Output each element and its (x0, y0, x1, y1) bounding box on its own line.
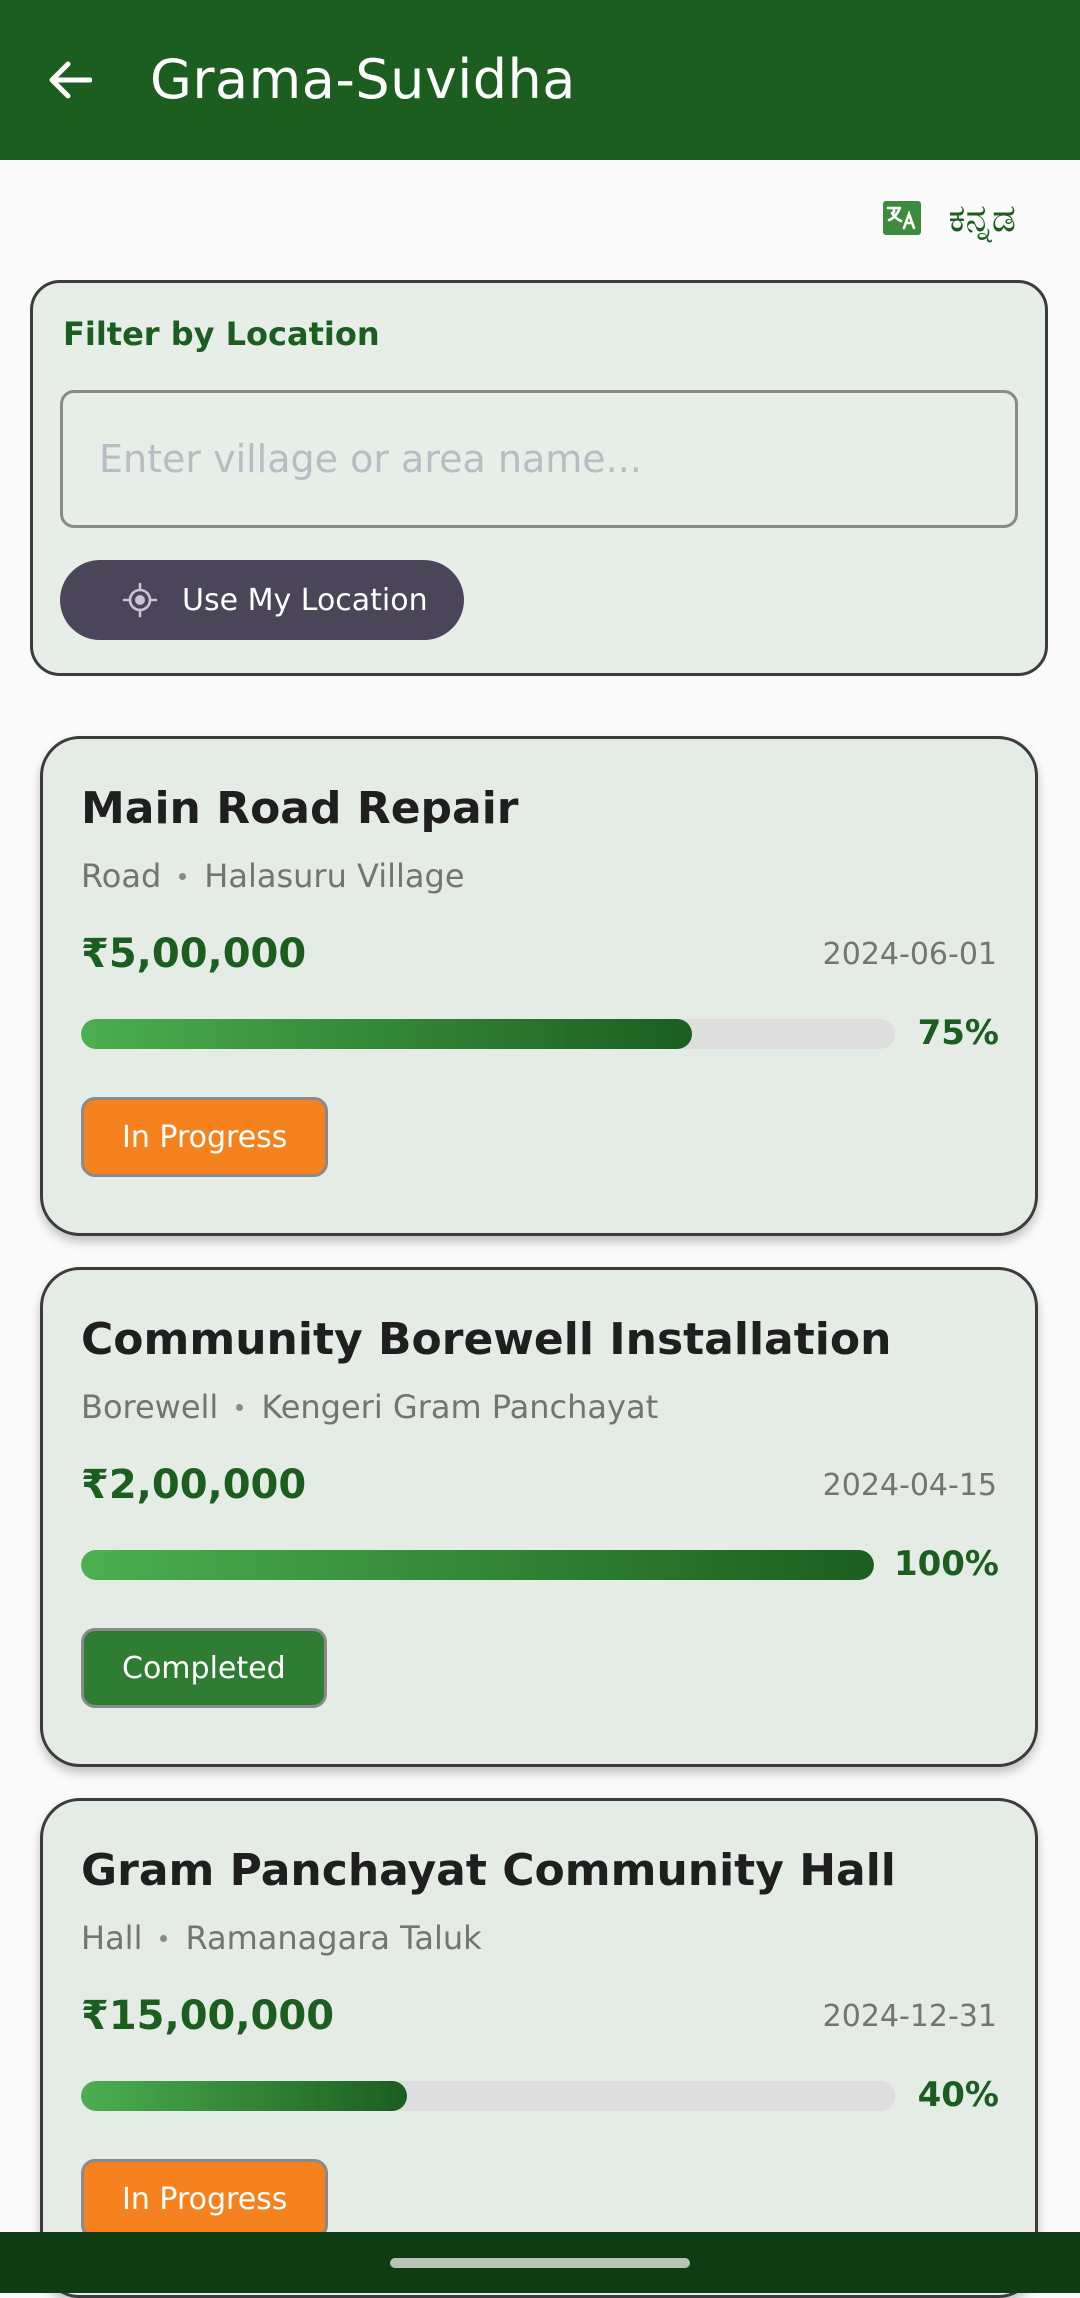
status-badge[interactable]: In Progress (81, 2159, 329, 2239)
app-bar: Grama-Suvidha (0, 0, 1080, 160)
project-date: 2024-04-15 (822, 1468, 997, 1503)
project-card[interactable]: Community Borewell Installation Borewell… (40, 1267, 1038, 1767)
meta-separator-dot (179, 872, 187, 880)
project-progress-label: 100% (893, 1544, 999, 1584)
project-progress-label: 40% (917, 2075, 999, 2115)
project-amount: ₹5,00,000 (81, 931, 307, 977)
project-title: Gram Panchayat Community Hall (81, 1845, 896, 1896)
project-title: Main Road Repair (81, 783, 519, 834)
project-progress-bar (81, 1550, 874, 1580)
arrow-back-icon (49, 61, 92, 99)
project-amount: ₹15,00,000 (81, 1993, 335, 2039)
project-title: Community Borewell Installation (81, 1314, 892, 1365)
project-category: Road (81, 857, 162, 895)
project-progress-bar (81, 2081, 895, 2111)
project-date: 2024-12-31 (822, 1999, 997, 2034)
project-category: Borewell (81, 1388, 219, 1426)
project-location: Halasuru Village (204, 857, 465, 895)
use-my-location-button[interactable]: Use My Location (60, 560, 464, 640)
gps-target-icon (122, 582, 158, 618)
use-my-location-label: Use My Location (182, 582, 428, 618)
project-location: Ramanagara Taluk (185, 1919, 482, 1957)
project-card[interactable]: Main Road Repair Road Halasuru Village ₹… (40, 736, 1038, 1236)
project-progress-label: 75% (917, 1013, 999, 1053)
meta-separator-dot (160, 1934, 168, 1942)
project-progress-fill (81, 1019, 692, 1049)
project-location: Kengeri Gram Panchayat (261, 1388, 659, 1426)
app-title: Grama-Suvidha (150, 48, 576, 111)
project-category: Hall (81, 1919, 143, 1957)
location-filter-card: Filter by Location Use My Location (30, 280, 1048, 676)
status-badge[interactable]: In Progress (81, 1097, 329, 1177)
project-amount: ₹2,00,000 (81, 1462, 307, 1508)
project-meta: Borewell Kengeri Gram Panchayat (81, 1388, 658, 1426)
location-search-input[interactable] (60, 390, 1018, 528)
meta-separator-dot (236, 1403, 244, 1411)
project-meta: Road Halasuru Village (81, 857, 465, 895)
project-progress-fill (81, 2081, 407, 2111)
project-progress-fill (81, 1550, 874, 1580)
back-button[interactable] (40, 50, 100, 110)
project-progress-bar (81, 1019, 895, 1049)
language-toggle[interactable]: ಕನ್ನಡ (882, 190, 1016, 246)
filter-title: Filter by Location (63, 315, 380, 353)
system-navigation-bar (0, 2232, 1080, 2293)
translate-icon (883, 201, 922, 235)
project-meta: Hall Ramanagara Taluk (81, 1919, 482, 1957)
language-label: ಕನ್ನಡ (948, 195, 1016, 240)
gesture-handle[interactable] (390, 2258, 690, 2268)
project-date: 2024-06-01 (822, 937, 997, 972)
project-card[interactable]: Gram Panchayat Community Hall Hall Raman… (40, 1798, 1038, 2298)
status-badge[interactable]: Completed (81, 1628, 327, 1708)
